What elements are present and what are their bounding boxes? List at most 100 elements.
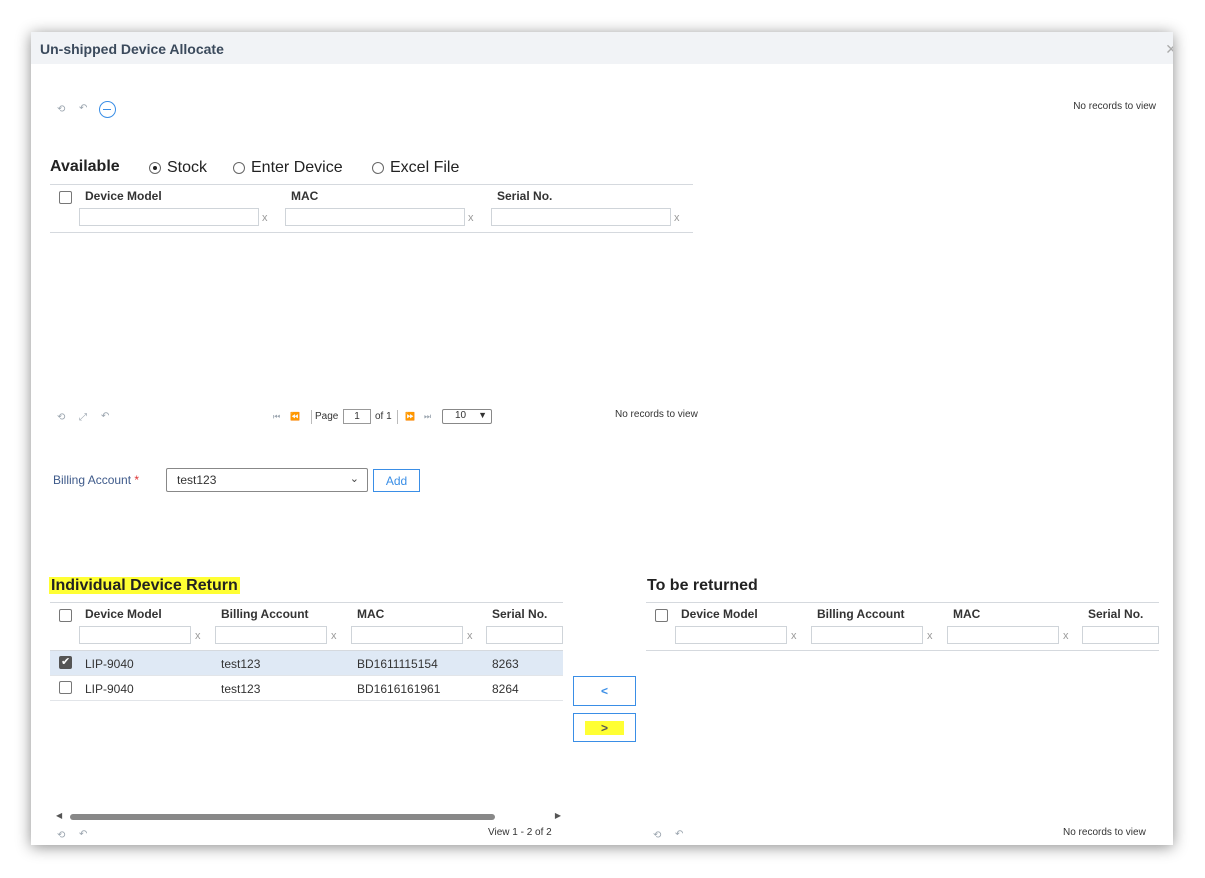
chevron-down-icon: ▼ [478,410,487,420]
return-view-text: View 1 - 2 of 2 [488,827,552,838]
billing-account-value: test123 [177,473,217,487]
scroll-right-icon[interactable]: ▶ [555,811,561,820]
available-label: Available [50,158,120,175]
page-number-input[interactable]: 1 [343,409,371,424]
billing-account-label-text: Billing Account [53,473,132,487]
radio-dot [149,162,161,174]
prev-page-icon[interactable]: ⏪ [290,412,300,421]
clear-filter-button[interactable]: x [927,630,933,642]
clear-filter-button[interactable]: x [195,630,201,642]
undo-icon[interactable]: ↶ [101,411,109,422]
radio-excel-file[interactable]: Excel File [372,159,459,177]
returned-grid-top-border [646,602,1159,603]
available-grid-top-border [50,184,693,185]
chevron-down-icon: ⌄ [349,472,359,485]
radio-dot [233,162,245,174]
move-left-button[interactable]: < [573,676,636,706]
row-checkbox[interactable] [59,655,72,669]
returned-records-text: No records to view [1063,827,1146,838]
move-right-label: > [584,720,624,735]
undo-icon[interactable]: ↶ [675,829,683,840]
pager-page-label: Page [315,411,339,422]
clear-filter-button[interactable]: x [1063,630,1069,642]
expand-icon[interactable]: ⤢ [79,412,87,423]
scroll-left-icon[interactable]: ◀ [56,811,62,820]
return-col-mac: MAC [357,607,385,621]
return-filter-mac[interactable] [351,626,463,644]
refresh-icon[interactable]: ⟲ [653,830,661,841]
row-checkbox[interactable] [59,681,72,694]
individual-return-title: Individual Device Return [49,577,240,595]
returned-filter-mac[interactable] [947,626,1059,644]
clear-filter-button[interactable]: x [467,630,473,642]
move-right-button[interactable]: > [573,713,636,742]
refresh-icon[interactable]: ⟲ [57,412,65,423]
return-filter-billing-account[interactable] [215,626,327,644]
available-col-device-model: Device Model [85,189,162,203]
returned-filter-billing-account[interactable] [811,626,923,644]
returned-grid-header-border [646,650,1159,651]
row-mac: BD1616161961 [357,682,441,696]
horizontal-scrollbar[interactable]: ◀ ▶ [56,811,561,822]
returned-select-all-checkbox[interactable] [655,609,668,622]
refresh-icon[interactable]: ⟲ [57,830,65,841]
rows-per-page-value: 10 [455,410,467,421]
returned-col-billing-account: Billing Account [817,607,905,621]
minus-circle-icon[interactable] [99,101,116,118]
returned-col-mac: MAC [953,607,981,621]
available-filter-device-model[interactable] [79,208,259,226]
undo-icon[interactable]: ↶ [79,103,87,114]
pager-separator [397,410,398,424]
top-records-text: No records to view [1073,101,1156,112]
returned-col-serial: Serial No. [1088,607,1144,621]
clear-filter-button[interactable]: x [262,212,268,224]
return-select-all-checkbox[interactable] [59,609,72,622]
required-mark: * [134,473,140,487]
return-col-device-model: Device Model [85,607,162,621]
billing-account-label: Billing Account * [53,473,139,487]
radio-enter-device[interactable]: Enter Device [233,159,343,177]
row-device-model: LIP-9040 [85,657,134,671]
device-allocate-dialog: Un-shipped Device Allocate ✕ ⟲ ↶ No reco… [31,32,1173,845]
last-page-icon[interactable]: ⏭ [424,412,431,422]
close-icon[interactable]: ✕ [1165,41,1173,58]
return-filter-device-model[interactable] [79,626,191,644]
clear-filter-button[interactable]: x [331,630,337,642]
radio-stock-label: Stock [167,159,208,176]
clear-filter-button[interactable]: x [468,212,474,224]
radio-enter-device-label: Enter Device [251,159,343,176]
add-button[interactable]: Add [373,469,420,492]
highlighted-title-text: Individual Device Return [49,577,240,594]
returned-filter-serial[interactable] [1082,626,1159,644]
return-filter-serial[interactable] [486,626,563,644]
next-page-icon[interactable]: ⏩ [405,412,415,421]
returned-filter-device-model[interactable] [675,626,787,644]
pager-of-label: of 1 [375,411,392,422]
refresh-icon[interactable]: ⟲ [57,104,65,115]
table-row[interactable]: LIP-9040 test123 BD1611115154 8263 [50,651,563,676]
dialog-title: Un-shipped Device Allocate [40,41,224,57]
first-page-icon[interactable]: ⏮ [273,412,280,422]
available-filter-mac[interactable] [285,208,465,226]
returned-col-device-model: Device Model [681,607,758,621]
radio-dot [372,162,384,174]
row-serial: 8263 [492,657,519,671]
clear-filter-button[interactable]: x [674,212,680,224]
available-select-all-checkbox[interactable] [59,191,72,204]
return-col-billing-account: Billing Account [221,607,309,621]
radio-excel-file-label: Excel File [390,159,460,176]
row-device-model: LIP-9040 [85,682,134,696]
pager-separator [311,410,312,424]
clear-filter-button[interactable]: x [791,630,797,642]
available-filter-serial[interactable] [491,208,671,226]
row-mac: BD1611115154 [357,657,438,671]
rows-per-page-select[interactable]: 10 ▼ [442,409,492,424]
billing-account-select[interactable]: test123 ⌄ [166,468,368,492]
table-row[interactable]: LIP-9040 test123 BD1616161961 8264 [50,676,563,701]
undo-icon[interactable]: ↶ [79,829,87,840]
to-be-returned-title: To be returned [647,577,758,594]
scrollbar-thumb[interactable] [70,814,495,820]
dialog-header: Un-shipped Device Allocate ✕ [31,32,1173,64]
radio-stock[interactable]: Stock [149,159,207,177]
available-records-text: No records to view [615,409,698,420]
